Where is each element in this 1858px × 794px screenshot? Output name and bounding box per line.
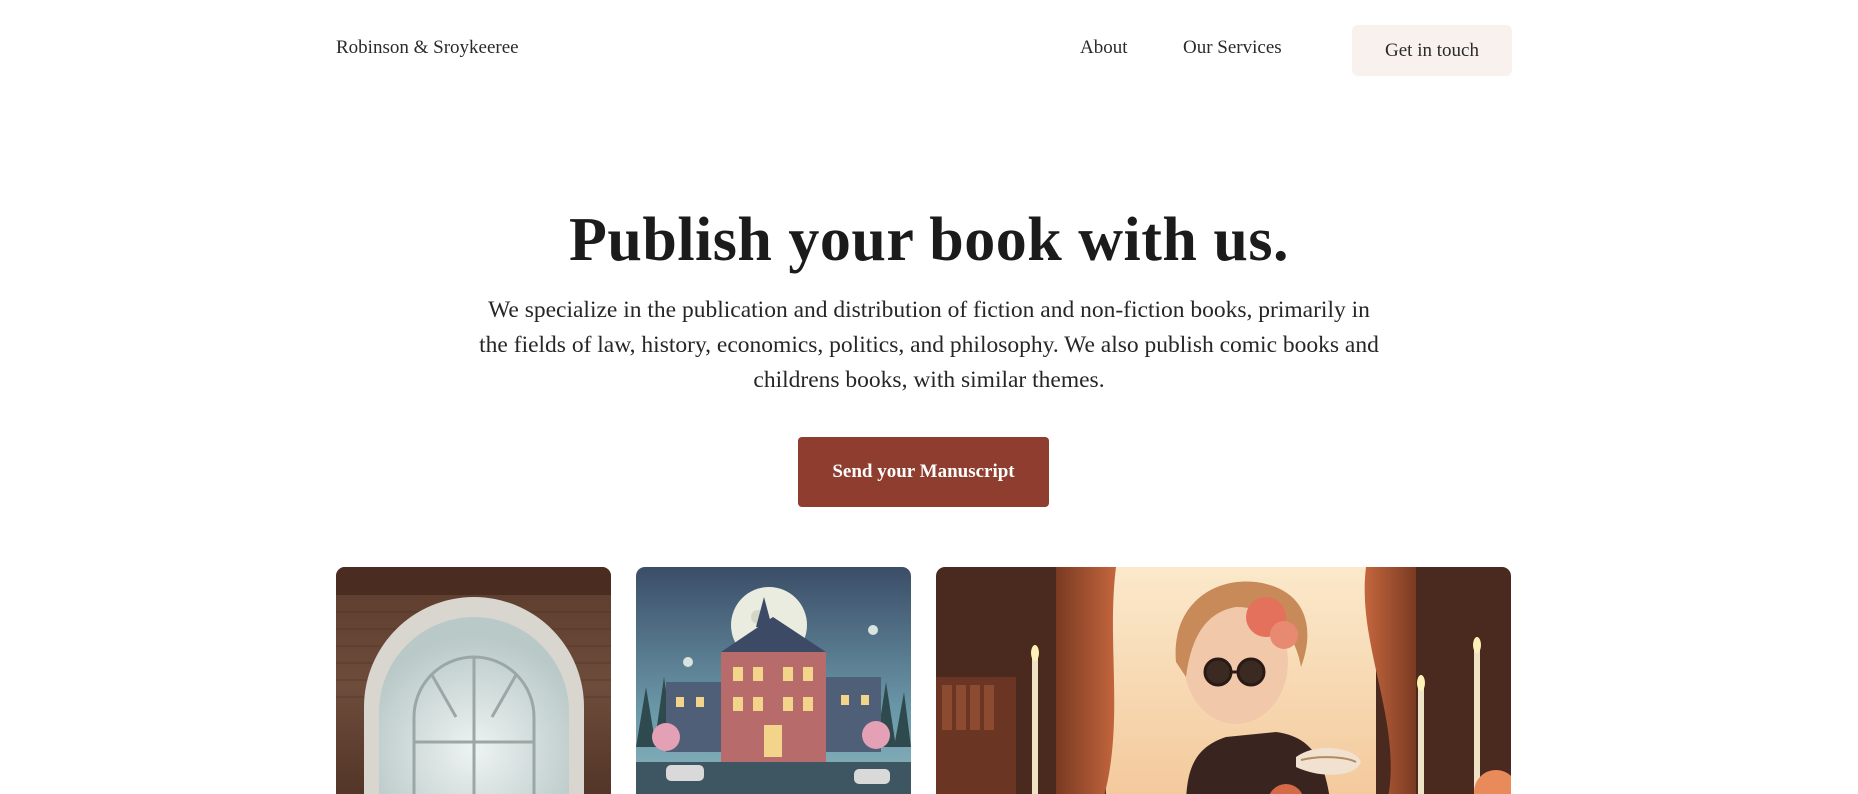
nav-link-our-services[interactable]: Our Services	[1183, 37, 1282, 59]
nav-link-about[interactable]: About	[1080, 37, 1128, 59]
hero-title: Publish your book with us.	[569, 206, 1289, 274]
moonlit-mansion-illustration	[636, 567, 911, 794]
woman-with-teacup-illustration	[936, 567, 1511, 794]
arched-window-illustration	[336, 567, 611, 794]
hero-subtitle: We specialize in the publication and dis…	[479, 297, 1379, 393]
get-in-touch-button[interactable]: Get in touch	[1352, 25, 1512, 76]
send-manuscript-button[interactable]: Send your Manuscript	[798, 437, 1049, 507]
brand-logo-text[interactable]: Robinson & Sroykeeree	[336, 37, 519, 59]
top-navigation: Robinson & Sroykeeree About Our Services…	[0, 0, 1858, 100]
